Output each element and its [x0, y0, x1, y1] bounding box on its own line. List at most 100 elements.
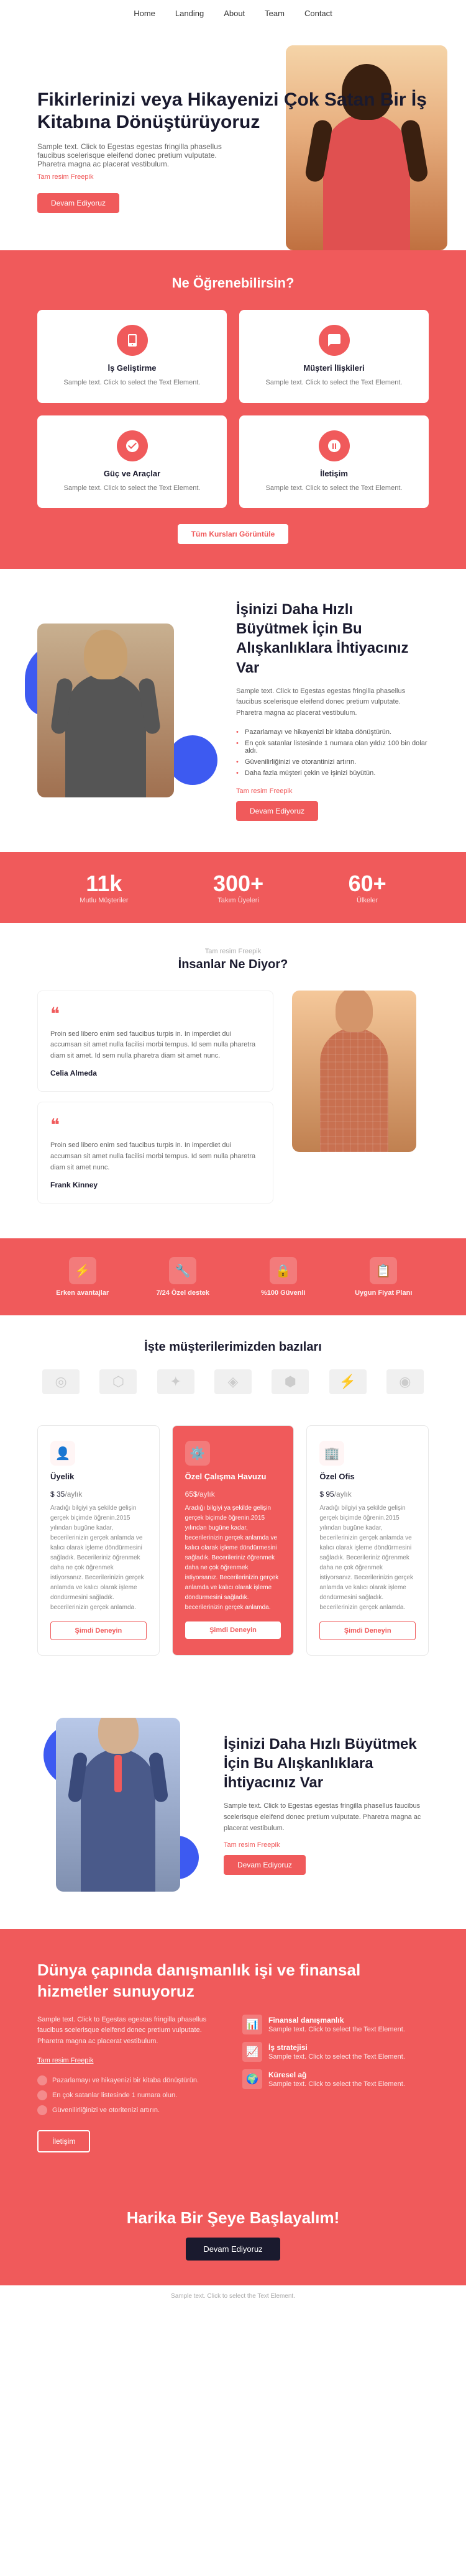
card-2-icon	[319, 325, 350, 356]
feature-2-icon: 🔧	[169, 1257, 196, 1284]
business-description: Sample text. Click to Egestas egestas fr…	[236, 686, 429, 719]
consulting-title: Dünya çapında danışmanlık işi ve finansa…	[37, 1960, 429, 2002]
price-card-3-price: $ 95/aylık	[319, 1484, 416, 1501]
business-title: İşinizi Daha Hızlı Büyütmek İçin Bu Alış…	[236, 600, 429, 678]
learn-section: Ne Öğrenebilirsin? İş Geliştirme Sample …	[0, 250, 466, 569]
consulting-grid: Sample text. Click to Egestas egestas fr…	[37, 2015, 429, 2153]
stat-3: 60+ Ülkeler	[349, 871, 386, 904]
hero-description: Sample text. Click to Egestas egestas fr…	[37, 142, 236, 168]
consulting-contact-button[interactable]: İletişim	[37, 2130, 90, 2152]
price-card-2-price: 65$/aylık	[185, 1484, 281, 1501]
client-logo-2: ⬡	[99, 1369, 137, 1394]
price-card-1-button[interactable]: Şimdi Deneyin	[50, 1621, 147, 1640]
price-card-2-desc: Aradığı bilgiyi ya şekilde gelişin gerçe…	[185, 1503, 281, 1613]
card-2: Müşteri İlişkileri Sample text. Click to…	[239, 310, 429, 403]
client-logos: ◎ ⬡ ✦ ◈ ⬢ ⚡ ◉	[37, 1369, 429, 1394]
stat-2-value: 300+	[213, 871, 263, 897]
cta-button[interactable]: Devam Ediyoruz	[186, 2238, 280, 2261]
consulting-link[interactable]: Tam resim Freepik	[37, 2057, 93, 2064]
business2-image	[37, 1712, 199, 1898]
navbar: Home Landing About Team Contact	[0, 0, 466, 27]
consult-feat-3-title: Küresel ağ	[268, 2070, 306, 2079]
hero-cta-button[interactable]: Devam Ediyoruz	[37, 193, 119, 213]
biz-blob-2	[168, 735, 217, 785]
stat-1: 11k Mutlu Müşteriler	[80, 871, 128, 904]
card-2-desc: Sample text. Click to select the Text El…	[252, 378, 416, 388]
feature-1-icon: ⚡	[69, 1257, 96, 1284]
feature-3-label: %100 Güvenli	[238, 1289, 329, 1297]
nav-about[interactable]: About	[224, 9, 245, 18]
price-card-2-name: Özel Çalışma Havuzu	[185, 1472, 281, 1481]
testimonials-title: İnsanlar Ne Diyor?	[37, 958, 429, 972]
consult-feat-1-title: Finansal danışmanlık	[268, 2016, 344, 2025]
testimonial-1-author: Celia Almeda	[50, 1069, 97, 1077]
consulting-features: 📊 Finansal danışmanlık Sample text. Clic…	[242, 2015, 429, 2153]
feature-2-label: 7/24 Özel destek	[138, 1289, 229, 1297]
price-card-3: 🏢 Özel Ofis $ 95/aylık Aradığı bilgiyi y…	[306, 1425, 429, 1656]
feature-4-icon: 📋	[370, 1257, 397, 1284]
testimonial-1: ❝ Proin sed libero enim sed faucibus tur…	[37, 991, 273, 1092]
stat-1-value: 11k	[80, 871, 128, 897]
consulting-text: Sample text. Click to Egestas egestas fr…	[37, 2015, 224, 2153]
feature-4-label: Uygun Fiyat Planı	[339, 1289, 429, 1297]
business2-text: İşinizi Daha Hızlı Büyütmek İçin Bu Alış…	[224, 1735, 429, 1875]
business-text: İşinizi Daha Hızlı Büyütmek İçin Bu Alış…	[236, 600, 429, 821]
client-logo-1: ◎	[42, 1369, 80, 1394]
price-card-3-name: Özel Ofis	[319, 1472, 416, 1481]
consult-feat-1-desc: Sample text. Click to select the Text El…	[268, 2026, 405, 2033]
hero-text: Fikirlerinizi veya Hikayenizi Çok Satan …	[37, 89, 429, 213]
nav-team[interactable]: Team	[265, 9, 285, 18]
testimonial-2-author: Frank Kinney	[50, 1181, 98, 1189]
testimonial-2: ❝ Proin sed libero enim sed faucibus tur…	[37, 1102, 273, 1204]
bullet-1: Pazarlamayı ve hikayenizi bir kitaba dön…	[236, 727, 429, 738]
consult-feat-1-text: Finansal danışmanlık Sample text. Click …	[268, 2015, 405, 2033]
price-card-2-icon: ⚙️	[185, 1441, 210, 1466]
nav-home[interactable]: Home	[134, 9, 155, 18]
price-card-3-icon: 🏢	[319, 1441, 344, 1466]
testimonials-person-image	[292, 991, 416, 1152]
card-1-title: İş Geliştirme	[50, 363, 214, 373]
business-bullets: Pazarlamayı ve hikayenizi bir kitaba dön…	[236, 727, 429, 779]
consult-feat-2-icon: 📈	[242, 2042, 262, 2062]
hero-link[interactable]: Tam resim Freepik	[37, 173, 429, 181]
business-section: İşinizi Daha Hızlı Büyütmek İçin Bu Alış…	[0, 569, 466, 852]
stat-3-value: 60+	[349, 871, 386, 897]
nav-contact[interactable]: Contact	[304, 9, 332, 18]
nav-landing[interactable]: Landing	[175, 9, 204, 18]
card-4-desc: Sample text. Click to select the Text El…	[252, 483, 416, 494]
card-3-title: Güç ve Araçlar	[50, 469, 214, 478]
stat-2: 300+ Takım Üyeleri	[213, 871, 263, 904]
client-logo-4: ◈	[214, 1369, 252, 1394]
client-logo-7: ◉	[386, 1369, 424, 1394]
bullet-4: Daha fazla müşteri çekin ve işinizi büyü…	[236, 768, 429, 779]
testimonials-sub: Tam resim Freepik	[37, 948, 429, 955]
footer: Sample text. Click to select the Text El…	[0, 2285, 466, 2307]
feature-2: 🔧 7/24 Özel destek	[138, 1257, 229, 1297]
price-card-1: 👤 Üyelik $ 35/aylık Aradığı bilgiyi ya ş…	[37, 1425, 160, 1656]
price-card-1-desc: Aradığı bilgiyi ya şekilde gelişin gerçe…	[50, 1503, 147, 1613]
card-4-title: İletişim	[252, 469, 416, 478]
pricing-section: 👤 Üyelik $ 35/aylık Aradığı bilgiyi ya ş…	[0, 1419, 466, 1680]
price-card-1-icon: 👤	[50, 1441, 75, 1466]
business2-description: Sample text. Click to Egestas egestas fr…	[224, 1801, 429, 1834]
business2-cta-button[interactable]: Devam Ediyoruz	[224, 1855, 306, 1875]
business-link[interactable]: Tam resim Freepik	[236, 787, 429, 795]
feature-3-icon: 🔒	[270, 1257, 297, 1284]
business2-link[interactable]: Tam resim Freepik	[224, 1841, 429, 1849]
pricing-grid: 👤 Üyelik $ 35/aylık Aradığı bilgiyi ya ş…	[37, 1425, 429, 1656]
price-card-1-name: Üyelik	[50, 1472, 147, 1481]
price-card-2-button[interactable]: Şimdi Deneyin	[185, 1621, 281, 1639]
quote-icon-2: ❝	[50, 1115, 260, 1135]
price-card-3-button[interactable]: Şimdi Deneyin	[319, 1621, 416, 1640]
consult-feat-3-text: Küresel ağ Sample text. Click to select …	[268, 2069, 405, 2088]
hero-section: Fikirlerinizi veya Hikayenizi Çok Satan …	[0, 27, 466, 250]
consulting-section: Dünya çapında danışmanlık işi ve finansa…	[0, 1929, 466, 2184]
client-logo-3: ✦	[157, 1369, 194, 1394]
testimonial-2-text: Proin sed libero enim sed faucibus turpi…	[50, 1140, 260, 1173]
business-cta-button[interactable]: Devam Ediyoruz	[236, 801, 318, 821]
learn-cta-button[interactable]: Tüm Kursları Görüntüle	[178, 524, 289, 544]
feature-1-label: Erken avantajlar	[37, 1289, 128, 1297]
footer-text: Sample text. Click to select the Text El…	[7, 2293, 459, 2300]
business-image	[37, 624, 211, 797]
feature-3: 🔒 %100 Güvenli	[238, 1257, 329, 1297]
